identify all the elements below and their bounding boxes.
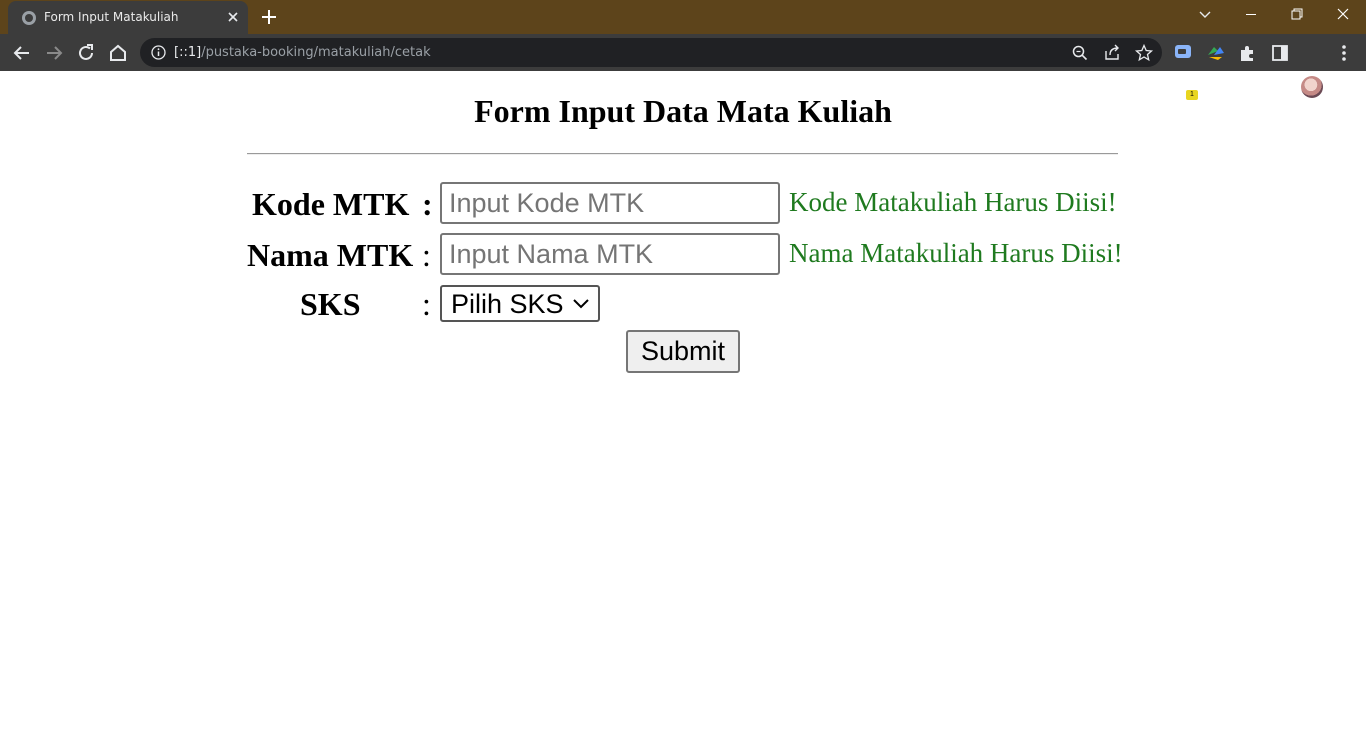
globe-icon [22,11,36,25]
back-icon[interactable] [9,40,35,66]
submit-button[interactable]: Submit [626,330,740,373]
kode-mtk-error: Kode Matakuliah Harus Diisi! [789,187,1117,217]
bookmark-star-icon[interactable] [1134,43,1154,63]
nama-mtk-input[interactable] [440,233,780,275]
nama-mtk-label: Nama MTK [247,237,414,273]
share-icon[interactable] [1102,43,1122,63]
site-info-icon[interactable] [150,44,167,61]
tab-search-chevron-icon[interactable] [1192,4,1218,26]
nama-mtk-separator: : [422,237,431,273]
sks-label: SKS [300,286,361,322]
forward-icon[interactable] [41,40,67,66]
browser-toolbar: [::1]/pustaka-booking/matakuliah/cetak 1 [0,34,1366,100]
kode-mtk-separator: : [422,186,433,222]
tab-title: Form Input Matakuliah [44,10,179,24]
close-window-icon[interactable] [1320,0,1366,30]
browser-tab-active[interactable]: Form Input Matakuliah [8,1,248,34]
extension-translate-icon[interactable] [1172,41,1196,65]
menu-kebab-icon[interactable] [1332,41,1356,65]
sks-select-value: Pilih SKS [451,289,564,319]
url-host: [::1] [174,45,202,60]
sks-separator: : [422,286,431,322]
url-text: [::1]/pustaka-booking/matakuliah/cetak [174,45,431,60]
zoom-icon[interactable] [1070,43,1090,63]
page-title: Form Input Data Mata Kuliah [474,93,892,129]
chevron-down-icon [573,299,589,309]
close-tab-icon[interactable] [224,8,242,26]
address-bar[interactable]: [::1]/pustaka-booking/matakuliah/cetak [140,38,1162,67]
extensions-puzzle-icon[interactable] [1236,41,1260,65]
new-tab-icon[interactable] [258,6,280,28]
extension-colorful-icon[interactable] [1204,41,1228,65]
home-icon[interactable] [105,40,131,66]
nama-mtk-error: Nama Matakuliah Harus Diisi! [789,238,1123,268]
url-path: /pustaka-booking/matakuliah/cetak [201,45,431,60]
horizontal-rule [247,153,1118,155]
kode-mtk-label: Kode MTK [252,186,410,222]
kode-mtk-input[interactable] [440,182,780,224]
minimize-icon[interactable] [1228,0,1274,30]
sks-select[interactable]: Pilih SKS [440,285,600,322]
tab-strip: Form Input Matakuliah [0,0,1366,34]
side-panel-icon[interactable] [1268,41,1292,65]
reload-icon[interactable] [73,40,99,66]
restore-icon[interactable] [1274,0,1320,30]
